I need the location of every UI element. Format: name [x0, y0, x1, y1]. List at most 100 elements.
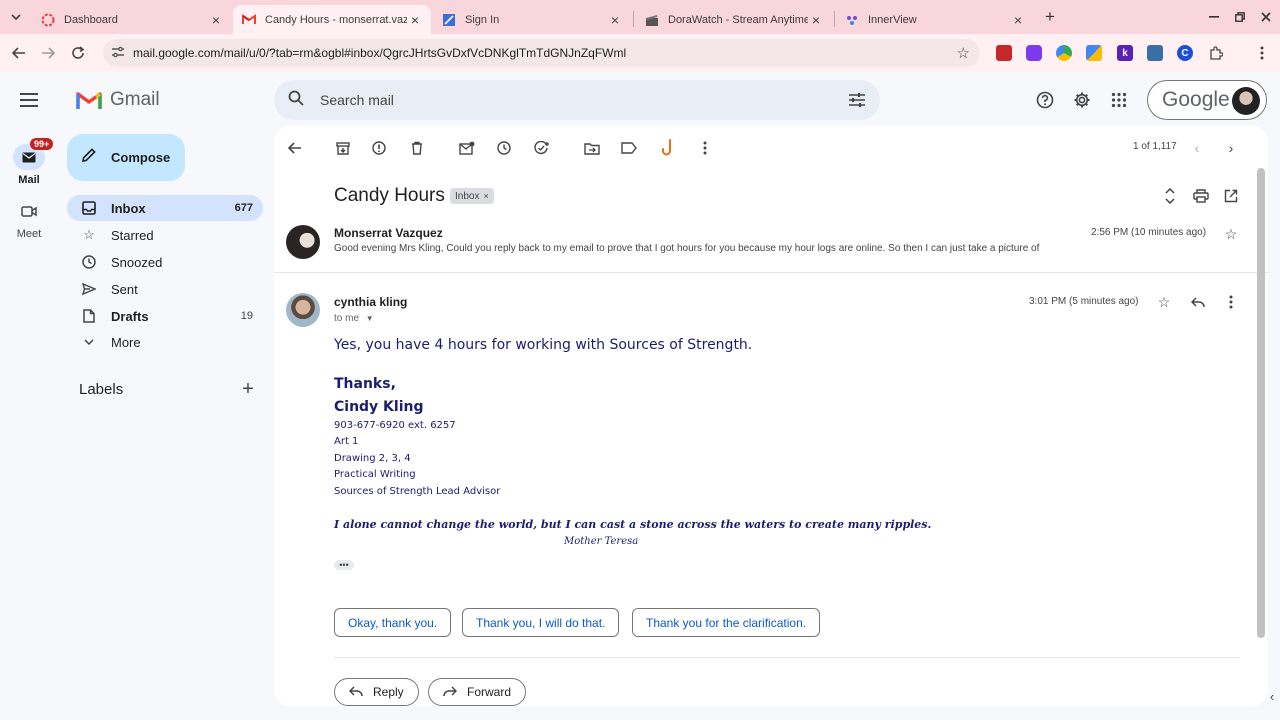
new-tab-button[interactable]: +: [1040, 7, 1060, 26]
tab-close-icon[interactable]: ×: [1010, 12, 1026, 28]
back-arrow-icon[interactable]: [9, 43, 29, 63]
settings-gear-icon[interactable]: [1072, 90, 1092, 110]
forward-arrow-icon[interactable]: [38, 43, 58, 63]
reload-icon[interactable]: [68, 43, 88, 63]
newer-chevron-left-icon[interactable]: ‹: [1189, 138, 1205, 158]
smart-reply-button[interactable]: Okay, thank you.: [334, 608, 452, 637]
move-to-folder-icon[interactable]: [582, 138, 602, 158]
extension-color-circle-icon[interactable]: [1056, 45, 1072, 61]
sidebar-item-sent[interactable]: Sent: [67, 276, 263, 302]
snooze-clock-icon[interactable]: [494, 138, 514, 158]
tab-candy-hours[interactable]: Candy Hours - monserrat.vazq ×: [233, 5, 431, 34]
help-icon[interactable]: [1035, 90, 1055, 110]
search-icon[interactable]: [288, 90, 308, 111]
message-snippet[interactable]: Good evening Mrs Kling, Could you reply …: [334, 243, 1134, 254]
smart-reply-button[interactable]: Thank you for the clarification.: [632, 608, 821, 637]
back-to-inbox-arrow-icon[interactable]: [285, 138, 305, 158]
tab-innerview[interactable]: InnerView ×: [836, 5, 1034, 34]
add-label-plus-icon[interactable]: +: [238, 378, 258, 400]
search-bar[interactable]: [274, 80, 880, 120]
remove-label-icon[interactable]: ×: [483, 191, 488, 201]
extension-multicolor-icon[interactable]: [1086, 45, 1102, 61]
tab-dashboard[interactable]: Dashboard ×: [32, 5, 232, 34]
google-account-button[interactable]: Google: [1147, 80, 1267, 120]
mark-unread-icon[interactable]: [457, 138, 477, 158]
email-subject: Candy Hours: [334, 185, 445, 206]
send-icon: [81, 281, 97, 297]
smart-reply-button[interactable]: Thank you, I will do that.: [462, 608, 620, 637]
star-message-icon[interactable]: ☆: [1221, 224, 1241, 244]
signature-line: 903-677-6920 ext. 6257: [334, 420, 456, 431]
bookmark-star-icon[interactable]: ☆: [957, 44, 970, 62]
reply-divider: [334, 657, 1240, 658]
rail-mail[interactable]: 99+ Mail: [10, 138, 54, 186]
sidebar-item-more[interactable]: More: [67, 329, 263, 355]
tab-title: InnerView: [868, 13, 917, 26]
report-spam-icon[interactable]: [369, 138, 389, 158]
tab-close-icon[interactable]: ×: [208, 12, 224, 28]
omnibox[interactable]: mail.google.com/mail/u/0/?tab=rm&ogbl#in…: [103, 39, 980, 67]
open-in-new-window-icon[interactable]: [1221, 186, 1241, 206]
recipient-text: to me: [334, 313, 360, 324]
delete-trash-icon[interactable]: [407, 138, 427, 158]
star-message-icon[interactable]: ☆: [1154, 292, 1174, 312]
forward-button[interactable]: Forward: [428, 678, 527, 706]
sidebar-item-starred[interactable]: ☆ Starred: [67, 222, 263, 248]
more-actions-icon[interactable]: [695, 138, 715, 158]
older-chevron-right-icon[interactable]: ›: [1223, 138, 1239, 158]
extension-photo-icon[interactable]: [1147, 45, 1163, 61]
sender-name[interactable]: Monserrat Vazquez: [334, 226, 443, 240]
extensions-puzzle-icon[interactable]: [1206, 43, 1226, 63]
restore-icon[interactable]: [1230, 8, 1250, 26]
browser-menu-icon[interactable]: [1252, 43, 1272, 63]
sidebar-item-snoozed[interactable]: Snoozed: [67, 249, 263, 275]
minimize-icon[interactable]: [1204, 8, 1224, 26]
sender-avatar[interactable]: [286, 225, 320, 259]
tab-search-chevron-icon[interactable]: [6, 8, 26, 26]
main-menu-icon[interactable]: [18, 90, 40, 110]
expand-all-icon[interactable]: [1160, 186, 1180, 206]
account-avatar: [1232, 87, 1260, 115]
sidebar-item-drafts[interactable]: Drafts 19: [67, 303, 263, 329]
tab-sign-in[interactable]: Sign In ×: [433, 5, 631, 34]
add-to-tasks-icon[interactable]: [532, 138, 552, 158]
inbox-icon: [81, 200, 97, 216]
apps-grid-icon[interactable]: [1109, 90, 1129, 110]
extension-red-book-icon[interactable]: [996, 45, 1012, 61]
label-tag-icon[interactable]: [619, 138, 639, 158]
message-more-icon[interactable]: [1221, 292, 1241, 312]
reply-button[interactable]: Reply: [334, 678, 419, 706]
tab-close-icon[interactable]: ×: [607, 12, 623, 28]
reply-icon[interactable]: [1188, 292, 1208, 312]
message-divider: [274, 272, 1268, 273]
sidebar-item-inbox[interactable]: Inbox 677: [67, 195, 263, 221]
compose-button[interactable]: Compose: [67, 134, 185, 181]
gmail-logo[interactable]: Gmail: [76, 88, 160, 112]
chevron-down-icon: [81, 334, 97, 350]
search-input[interactable]: [320, 92, 820, 108]
sender-name[interactable]: cynthia kling: [334, 295, 407, 309]
sender-avatar[interactable]: [286, 293, 320, 327]
extension-hook-icon[interactable]: [658, 138, 678, 158]
site-info-icon[interactable]: [111, 46, 127, 61]
inbox-chip-label: Inbox: [455, 190, 480, 202]
search-options-icon[interactable]: [848, 92, 866, 108]
scrollbar-thumb[interactable]: [1257, 168, 1265, 638]
extension-puzzle-purple-icon[interactable]: [1026, 45, 1042, 61]
print-icon[interactable]: [1191, 186, 1211, 206]
tab-dorawatch[interactable]: DoraWatch - Stream Anytime, A ×: [636, 5, 832, 34]
tab-close-icon[interactable]: ×: [407, 12, 423, 28]
details-caret-icon[interactable]: ▼: [366, 314, 374, 323]
archive-icon[interactable]: [333, 138, 353, 158]
close-window-icon[interactable]: [1256, 8, 1276, 26]
side-panel-chevron-icon[interactable]: ‹: [1264, 686, 1280, 706]
show-trimmed-content-button[interactable]: •••: [334, 560, 354, 570]
inbox-label-chip[interactable]: Inbox ×: [450, 188, 494, 204]
recipient-details[interactable]: to me ▼: [334, 313, 374, 324]
extension-k-icon[interactable]: k: [1117, 45, 1133, 61]
message-time: 3:01 PM (5 minutes ago): [1029, 296, 1139, 307]
rail-meet[interactable]: Meet: [10, 198, 48, 240]
rail-mail-label: Mail: [18, 174, 40, 186]
tab-close-icon[interactable]: ×: [808, 12, 824, 28]
extension-c-icon[interactable]: C: [1177, 45, 1193, 61]
